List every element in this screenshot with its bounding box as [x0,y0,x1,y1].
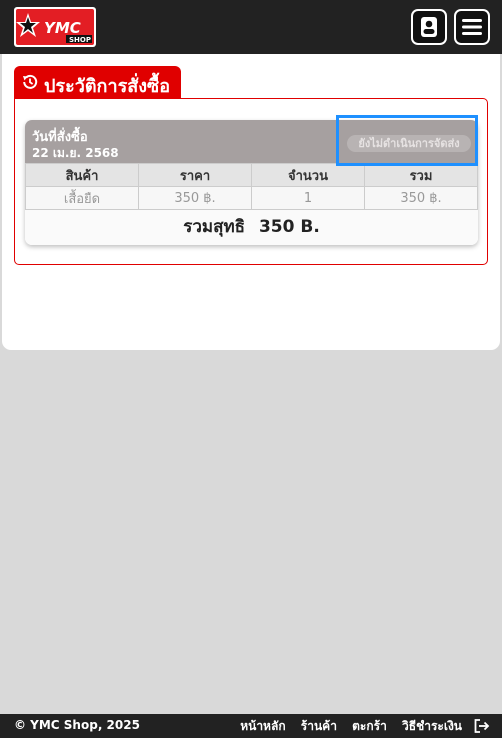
top-navbar: YMC SHOP [0,0,502,54]
footer-copyright: © YMC Shop, 2025 [14,718,140,732]
order-items-table: สินค้า ราคา จำนวน รวม เสื้อยืด 350 ฿. 1 … [25,163,478,210]
cell-price: 350 ฿. [138,186,252,210]
grand-total-label: รวมสุทธิ [183,217,246,237]
footer-link-home[interactable]: หน้าหลัก [240,719,285,733]
table-row: เสื้อยืด 350 ฿. 1 350 ฿. [25,186,478,210]
footer: © YMC Shop, 2025 หน้าหลัก ร้านค้า ตะกร้า… [0,714,502,738]
table-header-row: สินค้า ราคา จำนวน รวม [25,163,478,187]
column-header-price: ราคา [138,163,252,187]
order-date-value: 22 เม.ย. 2568 [32,146,119,160]
footer-link-payment-method[interactable]: วิธีชำระเงิน [402,719,462,733]
account-button[interactable] [411,9,447,45]
cell-total: 350 ฿. [364,186,478,210]
section-title: ประวัติการสั่งซื้อ [44,76,171,97]
footer-nav: หน้าหลัก ร้านค้า ตะกร้า วิธีชำระเงิน [229,717,462,736]
svg-text:SHOP: SHOP [69,36,91,44]
highlight-box [336,115,478,166]
history-icon [23,74,38,89]
section-header: ประวัติการสั่งซื้อ [14,66,181,99]
account-icon [421,17,437,37]
order-grand-total: รวมสุทธิ 350 B. [25,210,478,245]
column-header-product: สินค้า [25,163,139,187]
column-header-total: รวม [364,163,478,187]
svg-text:YMC: YMC [44,19,81,37]
grand-total-value: 350 B. [258,217,320,237]
footer-link-cart[interactable]: ตะกร้า [352,719,387,733]
menu-button[interactable] [454,9,490,45]
column-header-quantity: จำนวน [251,163,365,187]
hamburger-menu-icon [462,19,482,35]
logout-icon[interactable] [473,718,491,734]
cell-product: เสื้อยืด [25,186,139,210]
footer-link-shop[interactable]: ร้านค้า [301,719,337,733]
cell-quantity: 1 [251,186,365,210]
ymc-shop-logo[interactable]: YMC SHOP [14,7,96,47]
